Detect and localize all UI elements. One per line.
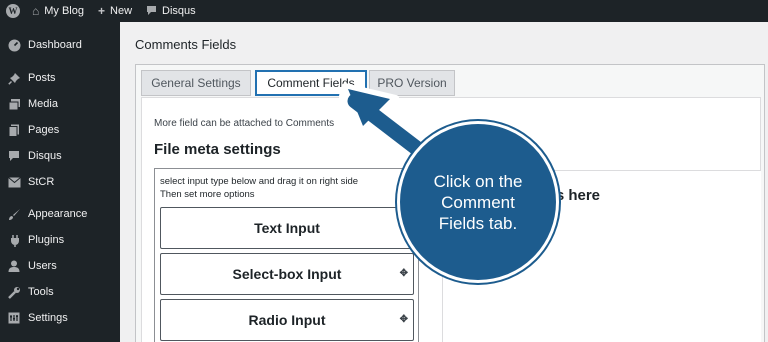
instruction-callout: Click on the Comment Fields tab. — [397, 121, 559, 283]
callout-text: Click on the Comment Fields tab. — [433, 171, 523, 233]
annotation-arrow-icon — [339, 83, 441, 169]
